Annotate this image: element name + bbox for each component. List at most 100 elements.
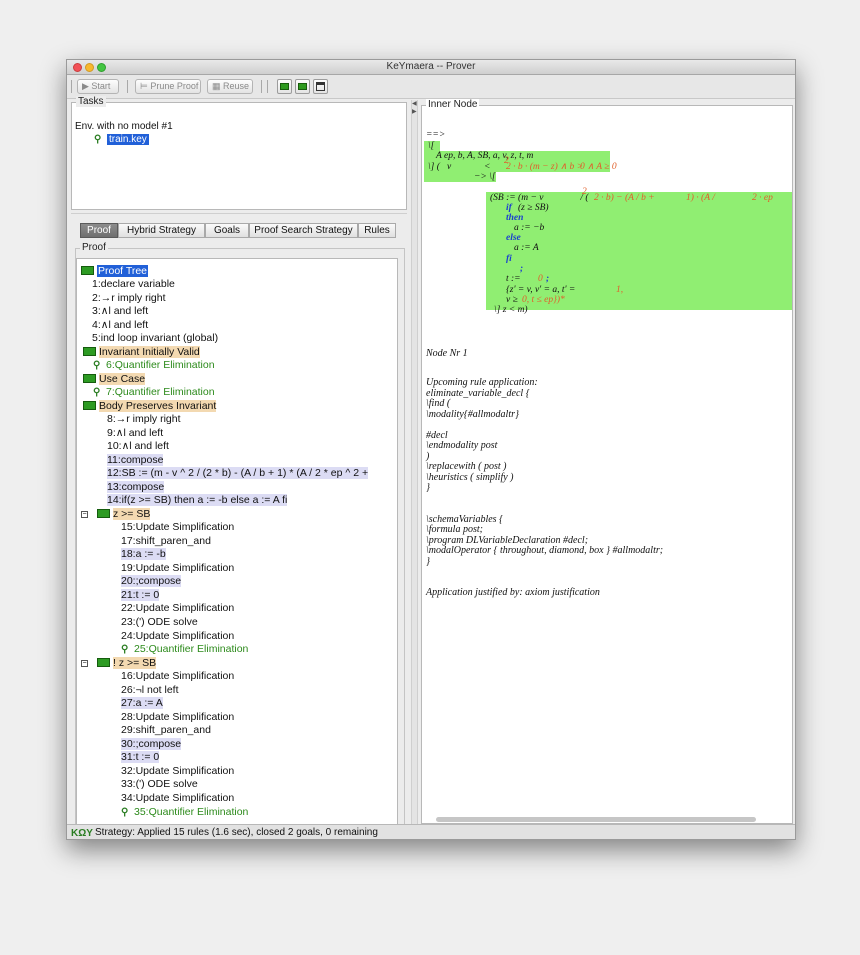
tree-node[interactable]: 23:(') ODE solve <box>121 616 198 629</box>
tree-node[interactable]: 32:Update Simplification <box>121 765 234 778</box>
tree-node[interactable]: 13:compose <box>107 481 165 494</box>
tree-node[interactable]: 20:;compose <box>121 575 182 588</box>
tree-node[interactable]: ⚲ 35:Quantifier Elimination <box>121 806 248 819</box>
tree-node[interactable]: 9:∧l and left <box>107 427 163 440</box>
tree-node[interactable]: 2:→r imply right <box>92 292 166 305</box>
tree-node[interactable]: 29:shift_paren_and <box>121 724 211 737</box>
tab-hybrid-strategy[interactable]: Hybrid Strategy <box>118 223 205 238</box>
tree-node-label: 3:∧l and left <box>92 305 149 317</box>
sequent-text: if <box>506 203 512 213</box>
tree-node[interactable]: ⚲ 7:Quantifier Elimination <box>93 386 215 399</box>
sequent-text: 0, t ≤ ep})* <box>522 295 565 305</box>
tree-node[interactable]: z >= SB <box>97 508 151 521</box>
sequent-text: \[ <box>428 141 435 151</box>
status-text: Strategy: Applied 15 rules (1.6 sec), cl… <box>95 827 378 838</box>
toolbar-separator <box>267 80 268 93</box>
tree-node[interactable]: 14:if(z >= SB) then a := -b else a := A … <box>107 494 288 507</box>
closed-goal-icon: ⚲ <box>121 807 129 818</box>
tree-node[interactable]: 26:¬l not left <box>121 684 179 697</box>
tree-node-label: 20:;compose <box>121 575 182 587</box>
tree-node-label: 31:t := 0 <box>121 751 160 763</box>
tree-node-label: 27:a := A <box>121 697 163 709</box>
horizontal-scrollbar-right[interactable] <box>424 814 764 824</box>
tree-node[interactable]: Body Preserves Invariant <box>83 400 217 413</box>
panel-splitter[interactable] <box>71 213 407 220</box>
tree-node-label: Invariant Initially Valid <box>99 346 200 358</box>
tree-node[interactable]: ! z >= SB <box>97 657 157 670</box>
tree-node[interactable]: 27:a := A <box>121 697 163 710</box>
collapse-left-icon[interactable]: ◀ <box>412 100 417 107</box>
window-title: KeYmaera -- Prover <box>386 61 476 72</box>
sequent-text: \] z < m) <box>494 305 528 315</box>
tree-node-label: 8:→r imply right <box>107 413 181 425</box>
tree-node-label: 26:¬l not left <box>121 684 179 696</box>
tree-node[interactable]: 21:t := 0 <box>121 589 160 602</box>
tree-node[interactable]: Proof Tree <box>81 265 149 278</box>
tree-node[interactable]: 34:Update Simplification <box>121 792 234 805</box>
tab-rules[interactable]: Rules <box>358 223 396 238</box>
tab-proof-search-strategy[interactable]: Proof Search Strategy <box>249 223 358 238</box>
tasks-panel: Tasks Env. with no model #1 ⚲ train.key <box>71 96 407 210</box>
tree-node[interactable]: 18:a := -b <box>121 548 166 561</box>
tree-node[interactable]: 33:(') ODE solve <box>121 778 198 791</box>
start-button[interactable]: ▶ Start <box>77 79 119 94</box>
tree-node[interactable]: 24:Update Simplification <box>121 630 234 643</box>
rule-description: Upcoming rule application: eliminate_var… <box>426 377 664 598</box>
folder-icon <box>81 266 94 275</box>
tab-proof[interactable]: Proof <box>80 223 118 238</box>
proof-tree[interactable]: Proof Tree 1:declare variable 2:→r imply r… <box>76 258 398 839</box>
tree-node[interactable]: 31:t := 0 <box>121 751 160 764</box>
prune-label: Prune Proof <box>150 81 199 91</box>
collapse-toggle[interactable]: − <box>81 660 88 667</box>
tree-node[interactable]: 17:shift_paren_and <box>121 535 211 548</box>
task-file-item[interactable]: ⚲ train.key <box>94 134 149 145</box>
tree-node[interactable]: 10:∧l and left <box>107 440 169 453</box>
collapse-right-icon[interactable]: ▶ <box>412 108 417 115</box>
scrollbar-thumb[interactable] <box>436 817 756 822</box>
save-folder-button[interactable] <box>295 79 310 94</box>
tree-node[interactable]: 30:;compose <box>121 738 182 751</box>
tree-node-label: 22:Update Simplification <box>121 602 235 614</box>
sequent-text: a := −b <box>514 223 545 233</box>
tree-node[interactable]: ⚲ 6:Quantifier Elimination <box>93 359 215 372</box>
window-icon <box>316 82 325 91</box>
open-folder-button[interactable] <box>277 79 292 94</box>
reuse-button[interactable]: ▦ Reuse <box>207 79 253 94</box>
tree-node[interactable]: 15:Update Simplification <box>121 521 234 534</box>
tree-node-label: 30:;compose <box>121 738 182 750</box>
tree-node[interactable]: 8:→r imply right <box>107 413 181 426</box>
tree-node-label: 5:ind loop invariant (global) <box>92 332 219 344</box>
tree-node-label: 9:∧l and left <box>107 427 164 439</box>
tree-node[interactable]: 4:∧l and left <box>92 319 148 332</box>
tree-node[interactable]: 1:declare variable <box>92 278 175 291</box>
tree-node[interactable]: ⚲ 25:Quantifier Elimination <box>121 643 248 656</box>
folder-icon <box>97 658 110 667</box>
tree-node[interactable]: 11:compose <box>107 454 164 467</box>
tree-node-label: 2:→r imply right <box>92 292 166 304</box>
tree-node[interactable]: 16:Update Simplification <box>121 670 234 683</box>
tree-node[interactable]: 19:Update Simplification <box>121 562 234 575</box>
tree-node-label: 23:(') ODE solve <box>121 616 198 628</box>
tree-node[interactable]: 3:∧l and left <box>92 305 148 318</box>
start-label: Start <box>91 81 111 91</box>
sequent-text: < <box>484 162 493 172</box>
sequent-text: else <box>506 233 521 243</box>
tree-node-label: 35:Quantifier Elimination <box>134 806 249 818</box>
sequent-text: A ep, b, A, SB, a, v, z, t, m <box>436 151 534 161</box>
tree-node-label: 11:compose <box>107 454 164 466</box>
toolbar: ▶ Start ⊨ Prune Proof ▦ Reuse <box>67 75 795 99</box>
collapse-toggle[interactable]: − <box>81 511 88 518</box>
tree-node-label: 13:compose <box>107 481 165 493</box>
window-button[interactable] <box>313 79 328 94</box>
split-divider[interactable]: ◀ ▶ <box>411 100 418 824</box>
tree-node[interactable]: 22:Update Simplification <box>121 602 234 615</box>
prune-proof-button[interactable]: ⊨ Prune Proof <box>135 79 201 94</box>
tab-goals[interactable]: Goals <box>205 223 249 238</box>
tree-node[interactable]: 5:ind loop invariant (global) <box>92 332 218 345</box>
key-icon: ⚲ <box>94 134 102 145</box>
tree-node[interactable]: 28:Update Simplification <box>121 711 234 724</box>
tree-node[interactable]: 12:SB := (m - v ^ 2 / (2 * b) - (A / b +… <box>107 467 369 480</box>
tree-node[interactable]: Use Case <box>83 373 146 386</box>
tree-node[interactable]: Invariant Initially Valid <box>83 346 200 359</box>
tab-bar: Proof Hybrid Strategy Goals Proof Search… <box>80 223 398 238</box>
